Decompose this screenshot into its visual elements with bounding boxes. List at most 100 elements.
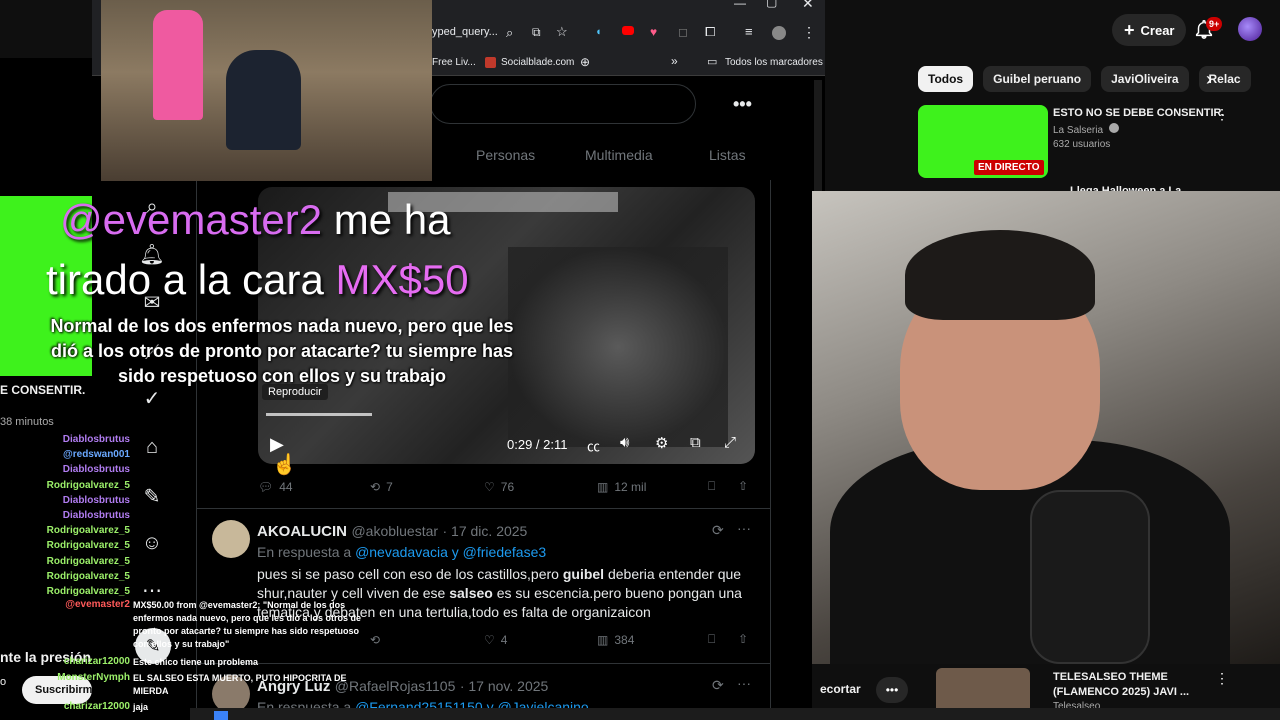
like-button[interactable]: ♡ 4 (484, 633, 507, 647)
chat-username: charizar12000 (63, 701, 130, 712)
puzzle-icon[interactable]: ⧠ (705, 24, 715, 40)
fullscreen-icon[interactable]: ⤢ (724, 434, 736, 451)
settings-gear-icon[interactable]: ⚙ (655, 434, 668, 452)
chat-message-line: pronto por atacarte? tu siempre has sido… (133, 626, 360, 636)
like-button[interactable]: ♡ 76 (484, 480, 514, 494)
heart-extension-icon[interactable]: ♥ (650, 25, 657, 39)
extension-icon[interactable]: ◖ (595, 26, 602, 38)
retweet-count: 7 (386, 480, 393, 494)
grok-analyze-icon[interactable]: ⟳ (712, 677, 724, 694)
tweet-text: es su escencia.pero bueno pongan una (492, 585, 742, 601)
tweet-header: AKOALUCIN @akobluestar · 17 dic. 2025 (257, 523, 527, 541)
profile-icon[interactable]: ☺ (139, 530, 165, 556)
bookmark-socialblade[interactable]: Socialblade.com (501, 57, 574, 68)
retweet-icon: ⟲ (370, 480, 381, 494)
install-icon[interactable]: ⧉ (532, 25, 541, 40)
search-input[interactable] (430, 84, 696, 124)
recommended-title-2[interactable]: Llega Halloween a La (1070, 184, 1181, 191)
tab-personas[interactable]: Personas (476, 147, 535, 163)
maximize-icon[interactable]: ▢ (766, 0, 777, 9)
profile-avatar[interactable] (772, 26, 786, 40)
clip-button[interactable]: ecortar (820, 682, 861, 696)
grok-analyze-icon[interactable]: ⟳ (712, 522, 724, 539)
youtube-extension-icon[interactable] (622, 26, 634, 35)
more-icon[interactable]: ··· (737, 675, 751, 691)
socialblade-icon (485, 57, 496, 68)
taskbar (190, 708, 1280, 720)
captions-icon[interactable]: ㏄ (587, 436, 600, 455)
chat-message: jaja (133, 702, 149, 712)
recommended-title[interactable]: ESTO NO SE DEBE CONSENTIR. (1053, 106, 1225, 120)
person-figure (153, 10, 203, 120)
lists-icon[interactable]: ✎ (139, 484, 165, 510)
chip-todos[interactable]: Todos (918, 66, 974, 92)
bookmark-button[interactable]: ⎕ (708, 479, 715, 494)
tab-multimedia[interactable]: Multimedia (585, 147, 653, 163)
close-icon[interactable]: ✕ (802, 0, 814, 12)
tweet-author-handle[interactable]: @RafaelRojas1105 (335, 678, 456, 694)
donation-text: me ha (322, 196, 451, 243)
chat-message-line: enfermos nada nuevo, pero que les dió a … (133, 613, 362, 623)
chat-message-line: MIERDA (133, 686, 169, 696)
tweet-date[interactable]: · 17 nov. 2025 (460, 678, 548, 694)
minimize-icon[interactable]: — (734, 0, 746, 10)
avatar[interactable] (1238, 17, 1262, 41)
double-chevron-icon[interactable]: » (671, 54, 678, 68)
more-actions-button[interactable]: ••• (876, 677, 908, 703)
more-icon[interactable]: ⋮ (1215, 106, 1229, 123)
view-count: 12 mil (614, 480, 647, 494)
views-button[interactable]: ▥ 12 mil (597, 480, 646, 494)
bookmark-all[interactable]: Todos los marcadores (725, 57, 823, 68)
tweet-author-handle[interactable]: @akobluestar (351, 523, 438, 539)
video-progress-bar[interactable] (266, 413, 372, 416)
live-badge: EN DIRECTO (974, 160, 1044, 175)
volume-icon[interactable]: 🔊︎ (620, 434, 629, 451)
reply-and: y (451, 544, 459, 560)
tab-listas[interactable]: Listas (709, 147, 746, 163)
verified-orgs-icon[interactable]: ✓ (139, 386, 165, 412)
bookmark-freeliv[interactable]: Free Liv... (432, 57, 476, 68)
disabled-extension-icon[interactable]: ◻ (678, 25, 688, 39)
share-button[interactable]: ⇧ (738, 632, 748, 646)
chat-username: @redswan001 (62, 449, 130, 461)
more-options-icon[interactable]: ••• (733, 94, 752, 115)
recommended-title[interactable]: (FLAMENCO 2025) JAVI ... (1053, 685, 1189, 699)
share-button[interactable]: ⇧ (738, 479, 748, 493)
pip-icon[interactable]: ⧉ (690, 434, 701, 451)
reply-user-link[interactable]: @friedefase3 (463, 544, 546, 560)
address-bar[interactable]: yped_query... (432, 26, 498, 38)
start-icon[interactable] (214, 711, 228, 720)
zoom-icon[interactable]: ⌕ (506, 25, 513, 41)
bookmark-button[interactable]: ⎕ (708, 632, 715, 647)
avatar[interactable] (212, 520, 250, 558)
tweet-date[interactable]: · 17 dic. 2025 (443, 523, 528, 539)
star-icon[interactable]: ☆ (556, 24, 568, 40)
recommended-title[interactable]: TELESALSEO THEME (1053, 670, 1168, 684)
more-icon[interactable]: ⋮ (1215, 670, 1229, 687)
globe-icon[interactable]: ⊕ (580, 55, 590, 69)
tweet-text-bold: guibel (562, 566, 605, 582)
media-control-icon[interactable]: ≡ (745, 24, 753, 39)
reply-user-link[interactable]: @nevadavacia (355, 544, 448, 560)
notification-badge: 9+ (1206, 17, 1223, 31)
reply-button[interactable]: 💬︎ 44 (258, 480, 293, 494)
like-count: 76 (500, 480, 515, 494)
create-button[interactable]: + Crear (1112, 14, 1187, 46)
divider (196, 663, 771, 664)
divider (196, 508, 771, 509)
heart-icon: ♡ (484, 480, 495, 494)
more-icon[interactable]: ··· (737, 520, 751, 536)
tweet-line: pues si se paso cell con eso de los cast… (257, 565, 767, 584)
verified-icon (1108, 123, 1119, 133)
views-button[interactable]: ▥ 384 (597, 633, 634, 647)
chevron-right-icon[interactable]: › (1196, 66, 1222, 92)
bookmarks-icon[interactable]: ⌂ (139, 434, 165, 460)
chat-username: Diablosbrutus (62, 494, 130, 506)
chat-username: Diablosbrutus (62, 434, 130, 445)
chip-javi[interactable]: JaviOliveira (1101, 66, 1189, 92)
tweet-author-name[interactable]: AKOALUCIN (257, 523, 347, 540)
chip-guibel[interactable]: Guibel peruano (983, 66, 1092, 92)
reply-icon: 💬︎ (258, 480, 274, 494)
browser-menu-icon[interactable]: ⋮ (802, 24, 816, 41)
retweet-button[interactable]: ⟲ 7 (370, 480, 393, 494)
